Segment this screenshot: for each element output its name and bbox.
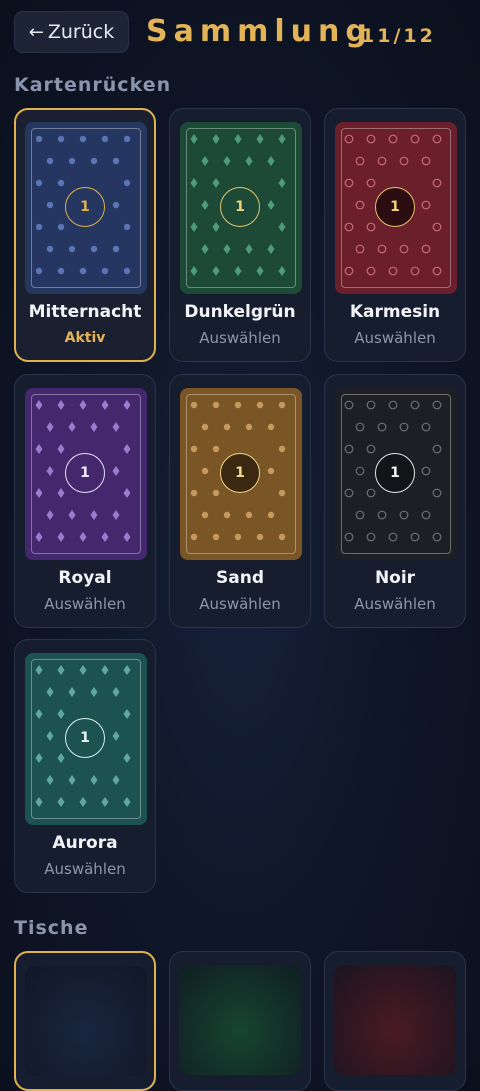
select-button[interactable]: Auswählen [325, 329, 465, 347]
active-status-label: Aktiv [64, 330, 106, 346]
card-back-tile[interactable]: 1 Royal Auswählen [14, 374, 156, 628]
card-back-tile[interactable]: 1 Noir Auswählen [324, 374, 466, 628]
card-back-preview: 1 [180, 122, 302, 294]
table-felt-preview [334, 965, 456, 1075]
select-button[interactable]: Auswählen [325, 595, 465, 613]
back-arrow-icon: ← [28, 21, 44, 43]
card-back-name: Karmesin [349, 302, 441, 322]
card-back-name: Noir [374, 568, 416, 588]
card-back-tile[interactable]: 1 Dunkelgrün Auswählen [169, 108, 311, 362]
card-back-preview: 1 [335, 122, 457, 294]
select-button[interactable]: Auswählen [170, 329, 310, 347]
card-back-tile[interactable]: 1 Karmesin Auswählen [324, 108, 466, 362]
card-back-tile[interactable]: 1 Sand Auswählen [169, 374, 311, 628]
select-button[interactable]: Auswählen [170, 595, 310, 613]
table-tile[interactable] [169, 951, 311, 1091]
card-emblem-badge: 1 [220, 187, 260, 227]
card-back-tile[interactable]: 1 Mitternacht Aktiv [14, 108, 156, 362]
page-title: Sammlung [146, 14, 373, 49]
card-emblem-badge: 1 [65, 453, 105, 493]
card-back-tile[interactable]: 1 Aurora Auswählen [14, 639, 156, 893]
card-back-name: Sand [216, 568, 264, 588]
card-emblem-badge: 1 [375, 453, 415, 493]
select-button[interactable]: Auswählen [15, 860, 155, 878]
table-tile[interactable] [14, 951, 156, 1091]
card-back-preview: 1 [25, 122, 147, 294]
header: ← Zurück Sammlung 11/12 [0, 0, 480, 70]
collection-counter: 11/12 [361, 25, 436, 47]
card-back-preview: 1 [25, 653, 147, 825]
card-emblem-badge: 1 [65, 187, 105, 227]
table-felt-preview [179, 965, 301, 1075]
card-back-name: Mitternacht [28, 302, 142, 322]
section-tables-label: Tische [14, 917, 89, 939]
card-emblem-badge: 1 [375, 187, 415, 227]
card-emblem-badge: 1 [65, 718, 105, 758]
card-back-preview: 1 [180, 388, 302, 560]
section-card-backs-label: Kartenrücken [14, 74, 172, 96]
card-back-name: Aurora [52, 833, 118, 853]
table-felt-preview [25, 966, 147, 1076]
card-back-preview: 1 [25, 388, 147, 560]
card-back-preview: 1 [335, 388, 457, 560]
card-back-name: Dunkelgrün [184, 302, 296, 322]
card-back-name: Royal [58, 568, 112, 588]
card-emblem-badge: 1 [220, 453, 260, 493]
back-button[interactable]: ← Zurück [14, 11, 129, 53]
back-label: Zurück [47, 21, 115, 43]
table-tile[interactable] [324, 951, 466, 1091]
select-button[interactable]: Auswählen [15, 595, 155, 613]
